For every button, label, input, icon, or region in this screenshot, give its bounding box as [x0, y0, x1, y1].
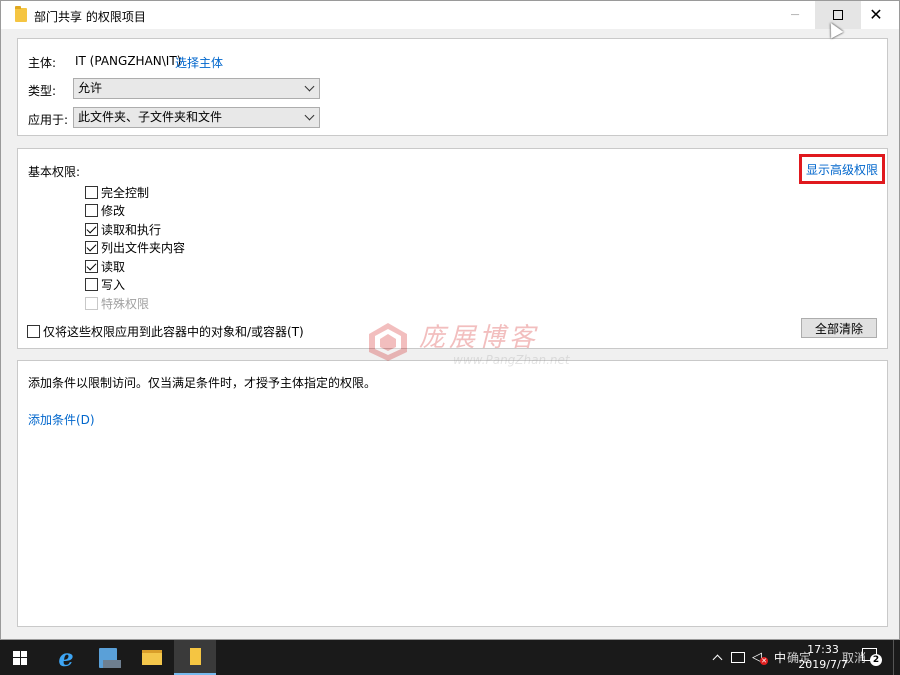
type-select[interactable]: 允许	[73, 78, 320, 99]
notification-count: 2	[870, 654, 882, 666]
apply-only-label: 仅将这些权限应用到此容器中的对象和/或容器(T)	[43, 324, 304, 339]
permission-row[interactable]: 写入	[85, 276, 125, 294]
apply-only-checkbox[interactable]	[27, 324, 40, 338]
conditions-panel: 添加条件以限制访问。仅当满足条件时，才授予主体指定的权限。 添加条件(D)	[17, 360, 888, 627]
permission-checkbox[interactable]	[85, 204, 98, 217]
permission-label: 读取	[101, 259, 126, 274]
chevron-up-icon	[712, 654, 722, 665]
close-icon: ✕	[869, 5, 883, 24]
server-manager-icon	[99, 647, 121, 668]
permission-label: 特殊权限	[101, 296, 150, 311]
permission-row: 特殊权限	[85, 294, 149, 312]
chevron-down-icon	[304, 110, 315, 121]
network-icon	[731, 652, 745, 663]
select-principal-link[interactable]: 选择主体	[175, 54, 223, 71]
start-button[interactable]	[0, 640, 40, 675]
permission-label: 读取和执行	[101, 222, 162, 237]
principal-value: IT (PANGZHAN\IT)	[75, 54, 182, 68]
permission-row[interactable]: 读取和执行	[85, 220, 161, 238]
basic-permissions-panel: 基本权限: 显示高级权限 完全控制 修改 读取和执行 列出文件夹内容 读取 写入 特殊权限 …	[17, 148, 888, 349]
add-condition-link[interactable]: 添加条件(D)	[28, 411, 95, 428]
permission-row[interactable]: 完全控制	[85, 183, 149, 201]
internet-explorer-icon: e	[58, 643, 74, 672]
permission-label: 完全控制	[101, 185, 150, 200]
network-button[interactable]	[731, 640, 745, 675]
permission-checkbox[interactable]	[85, 185, 98, 199]
show-advanced-highlight: 显示高级权限	[799, 154, 885, 184]
permission-entry-window: 部门共享 的权限项目 ─ ✕ 主体: IT (PANGZHAN\IT) 选择主体…	[0, 0, 900, 640]
permission-label: 修改	[101, 204, 126, 218]
maximize-icon	[833, 10, 843, 20]
type-label: 类型:	[28, 84, 57, 98]
applies-to-select-value: 此文件夹、子文件夹和文件	[78, 110, 223, 124]
applies-to-label: 应用于:	[28, 113, 69, 127]
permission-checkbox[interactable]	[85, 241, 98, 254]
mute-badge-icon: ✕	[760, 657, 768, 665]
file-explorer-icon	[142, 650, 162, 665]
internet-explorer-button[interactable]: e	[46, 640, 86, 675]
chevron-down-icon	[304, 81, 315, 92]
clock[interactable]: 17:33 2019/7/7	[796, 642, 850, 672]
show-advanced-permissions-link[interactable]: 显示高级权限	[806, 161, 878, 178]
permission-label: 写入	[101, 278, 126, 292]
permission-row[interactable]: 读取	[85, 257, 125, 275]
permission-checkbox[interactable]	[85, 259, 98, 273]
window-title: 部门共享 的权限项目	[34, 10, 146, 24]
folder-icon	[189, 648, 201, 665]
conditions-description: 添加条件以限制访问。仅当满足条件时，才授予主体指定的权限。	[28, 376, 377, 390]
permission-checkbox[interactable]	[85, 222, 98, 236]
minimize-button[interactable]: ─	[772, 1, 818, 29]
notification-center-button[interactable]: 2	[862, 648, 882, 666]
show-desktop-button[interactable]	[893, 640, 900, 675]
basic-permissions-label: 基本权限:	[28, 165, 81, 179]
permission-label: 列出文件夹内容	[101, 241, 186, 255]
permission-row[interactable]: 列出文件夹内容	[85, 239, 185, 257]
show-hidden-icons-button[interactable]	[710, 640, 724, 675]
principal-panel: 主体: IT (PANGZHAN\IT) 选择主体 类型: 允许 应用于: 此文…	[17, 38, 888, 136]
minimize-icon: ─	[791, 7, 799, 23]
principal-label: 主体:	[28, 56, 57, 70]
title-bar[interactable]: 部门共享 的权限项目 ─ ✕	[1, 1, 899, 29]
clear-all-button[interactable]: 全部清除	[801, 318, 877, 338]
apply-only-checkbox-row[interactable]: 仅将这些权限应用到此容器中的对象和/或容器(T)	[27, 322, 304, 340]
windows-logo-icon	[13, 650, 27, 665]
clock-time: 17:33	[807, 643, 839, 656]
file-explorer-button[interactable]	[132, 640, 172, 675]
folder-icon	[15, 6, 27, 22]
close-button[interactable]: ✕	[853, 1, 899, 29]
permission-checkbox[interactable]	[85, 278, 98, 291]
type-select-value: 允许	[78, 81, 103, 95]
clock-date: 2019/7/7	[798, 658, 848, 671]
input-method-button[interactable]: 中	[774, 640, 786, 675]
server-manager-button[interactable]	[88, 640, 128, 675]
permission-checkbox	[85, 296, 98, 310]
applies-to-select[interactable]: 此文件夹、子文件夹和文件	[73, 107, 320, 128]
permission-row[interactable]: 修改	[85, 202, 125, 220]
active-folder-button[interactable]	[174, 640, 216, 675]
